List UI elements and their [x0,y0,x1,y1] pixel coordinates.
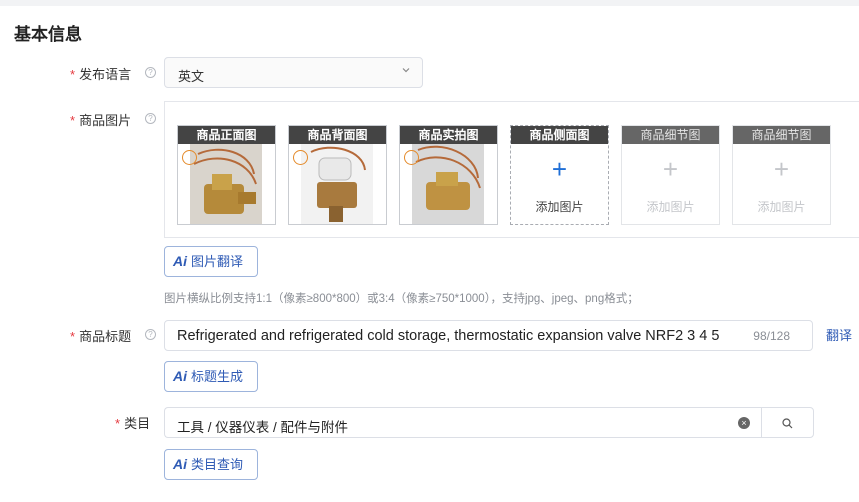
image-slot-side[interactable]: 商品侧面图 + 添加图片 [510,125,609,225]
product-photo [412,144,484,224]
search-icon [782,418,793,429]
category-input[interactable]: 工具 / 仪器仪表 / 配件与附件 × [164,407,762,438]
images-label-text: 商品图片 [79,113,132,128]
title-input[interactable]: Refrigerated and refrigerated cold stora… [164,320,813,351]
image-slot-caption: 商品细节图 [622,126,719,144]
category-search-button[interactable] [761,407,814,438]
image-slot-detail[interactable]: 商品细节图 + 添加图片 [732,125,831,225]
image-hint: 图片横纵比例支持1:1（像素≥800*800）或3:4（像素≥750*1000）… [164,293,639,305]
watermark-icon [293,150,308,165]
add-image-label: 添加图片 [757,200,806,214]
image-slot-real[interactable]: 商品实拍图 [399,125,498,225]
product-photo [301,144,373,224]
product-photo [190,144,262,224]
category-label: * 类目 [115,413,150,432]
help-icon[interactable]: ? [145,113,156,124]
image-slot-caption: 商品细节图 [733,126,830,144]
plus-icon: + [773,154,790,184]
translate-link[interactable]: 翻译 [826,325,852,344]
image-slot-caption: 商品实拍图 [400,126,497,144]
ai-icon: Ai [173,253,187,269]
title-input-value: Refrigerated and refrigerated cold stora… [177,328,720,344]
clear-icon[interactable]: × [738,417,750,429]
image-slot-caption: 商品背面图 [289,126,386,144]
category-query-label: 类目查询 [191,457,244,472]
image-slot-back[interactable]: 商品背面图 [288,125,387,225]
help-icon[interactable]: ? [145,67,156,78]
image-translate-label: 图片翻译 [191,254,244,269]
plus-icon: + [662,154,679,184]
required-mark: * [115,416,121,431]
language-select[interactable]: 英文 [164,57,423,88]
language-label-text: 发布语言 [79,67,132,82]
title-generate-label: 标题生成 [191,369,244,384]
images-label: * 商品图片 [70,110,131,129]
image-translate-button[interactable]: Ai 图片翻译 [164,246,258,277]
chevron-down-icon [402,68,410,73]
language-select-value: 英文 [178,69,205,84]
ai-icon: Ai [173,456,187,472]
language-label: * 发布语言 [70,64,131,83]
title-label-text: 商品标题 [79,329,132,344]
category-query-button[interactable]: Ai 类目查询 [164,449,258,480]
add-image-label: 添加图片 [646,200,695,214]
required-mark: * [70,113,76,128]
category-label-text: 类目 [124,416,151,431]
image-slot-front[interactable]: 商品正面图 [177,125,276,225]
title-label: * 商品标题 [70,326,131,345]
watermark-icon [404,150,419,165]
section-title: 基本信息 [14,25,82,44]
image-slot-caption: 商品正面图 [178,126,275,144]
plus-icon: + [551,154,568,184]
image-slot-caption: 商品侧面图 [511,126,608,144]
title-char-counter: 98/128 [753,329,790,343]
category-input-value: 工具 / 仪器仪表 / 配件与附件 [177,420,349,435]
required-mark: * [70,67,76,82]
add-image-label: 添加图片 [535,200,584,214]
ai-icon: Ai [173,368,187,384]
help-icon[interactable]: ? [145,329,156,340]
required-mark: * [70,329,76,344]
watermark-icon [182,150,197,165]
image-slot-detail[interactable]: 商品细节图 + 添加图片 [621,125,720,225]
title-generate-button[interactable]: Ai 标题生成 [164,361,258,392]
